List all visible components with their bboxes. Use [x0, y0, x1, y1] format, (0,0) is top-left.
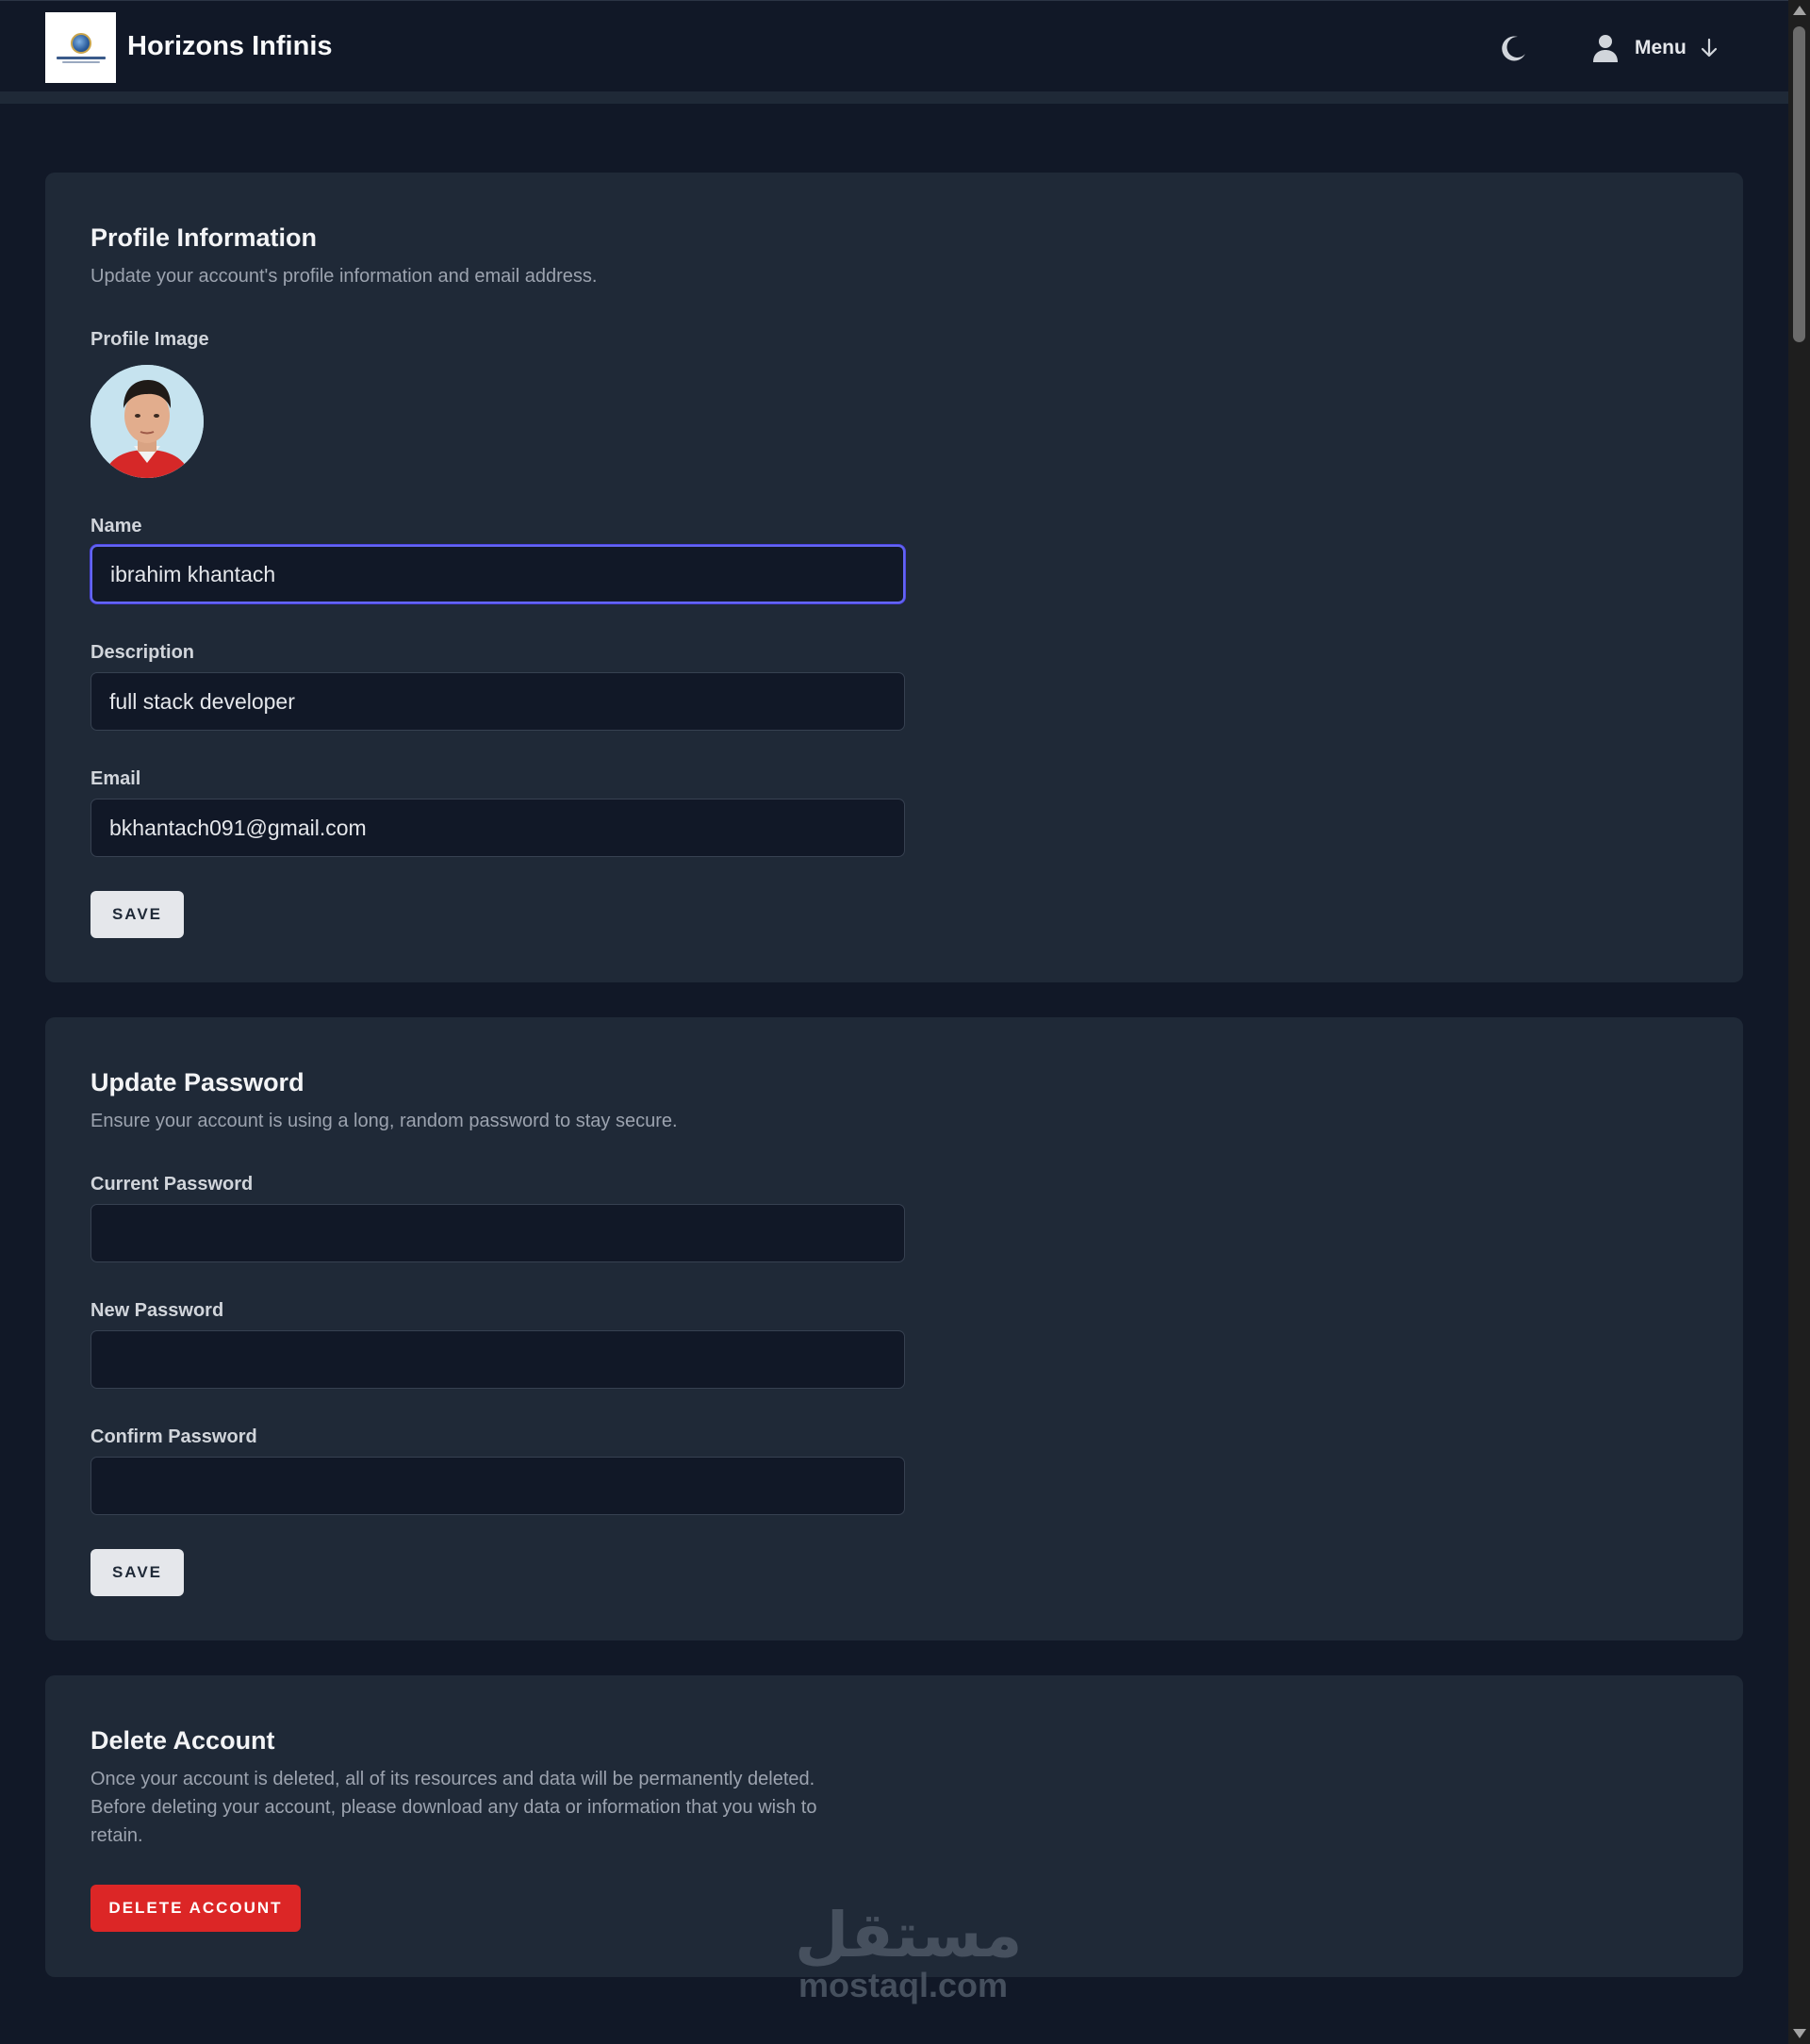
profile-save-button[interactable]: SAVE — [90, 891, 184, 938]
update-password-card: Update Password Ensure your account is u… — [45, 1017, 1743, 1640]
current-password-label: Current Password — [90, 1174, 254, 1195]
current-password-input[interactable] — [90, 1204, 905, 1262]
name-label: Name — [90, 516, 142, 536]
theme-toggle-button[interactable] — [1499, 33, 1529, 63]
avatar-portrait — [90, 365, 204, 478]
name-input[interactable] — [90, 545, 905, 603]
logo-caption-bar — [56, 56, 106, 59]
app-logo[interactable] — [45, 12, 116, 83]
arrow-down-icon — [1701, 38, 1717, 58]
app-title[interactable]: Horizons Infinis — [127, 31, 333, 62]
watermark-latin: mostaql.com — [798, 1966, 1009, 2004]
user-icon — [1593, 35, 1618, 62]
delete-description-line2: Before deleting your account, please dow… — [90, 1797, 817, 1818]
confirm-password-input[interactable] — [90, 1457, 905, 1515]
email-label: Email — [90, 768, 141, 789]
profile-image-label: Profile Image — [90, 329, 209, 350]
new-password-label: New Password — [90, 1300, 224, 1321]
logo-caption-bar-small — [61, 60, 100, 63]
delete-description-line1: Once your account is deleted, all of its… — [90, 1769, 815, 1789]
new-password-input[interactable] — [90, 1330, 905, 1389]
mostaql-watermark: مستقل mostaql.com — [795, 1899, 1023, 2004]
profile-avatar[interactable] — [90, 365, 204, 478]
moon-icon — [1502, 36, 1525, 61]
scroll-up-arrow-icon[interactable] — [1793, 6, 1806, 15]
email-input[interactable] — [90, 799, 905, 857]
delete-description-line3: retain. — [90, 1825, 143, 1846]
profile-title: Profile Information — [90, 223, 318, 252]
password-description: Ensure your account is using a long, ran… — [90, 1111, 678, 1131]
description-input[interactable] — [90, 672, 905, 731]
scrollbar-thumb[interactable] — [1793, 26, 1805, 342]
profile-description: Update your account's profile informatio… — [90, 266, 598, 287]
password-save-button[interactable]: SAVE — [90, 1549, 184, 1596]
watermark-arabic: مستقل — [795, 1899, 1023, 1971]
top-navbar: Horizons Infinis Menu — [0, 0, 1788, 91]
page-scrollbar[interactable] — [1788, 0, 1810, 2044]
description-label: Description — [90, 642, 195, 663]
delete-title: Delete Account — [90, 1726, 275, 1755]
user-menu-button[interactable]: Menu — [1591, 29, 1720, 67]
delete-account-button[interactable]: DELETE ACCOUNT — [90, 1885, 301, 1932]
menu-label: Menu — [1635, 37, 1687, 58]
header-divider — [0, 91, 1788, 104]
profile-information-card: Profile Information Update your account'… — [45, 173, 1743, 982]
scroll-down-arrow-icon[interactable] — [1793, 2029, 1806, 2038]
globe-icon — [70, 32, 91, 54]
confirm-password-label: Confirm Password — [90, 1426, 257, 1447]
password-title: Update Password — [90, 1068, 304, 1096]
